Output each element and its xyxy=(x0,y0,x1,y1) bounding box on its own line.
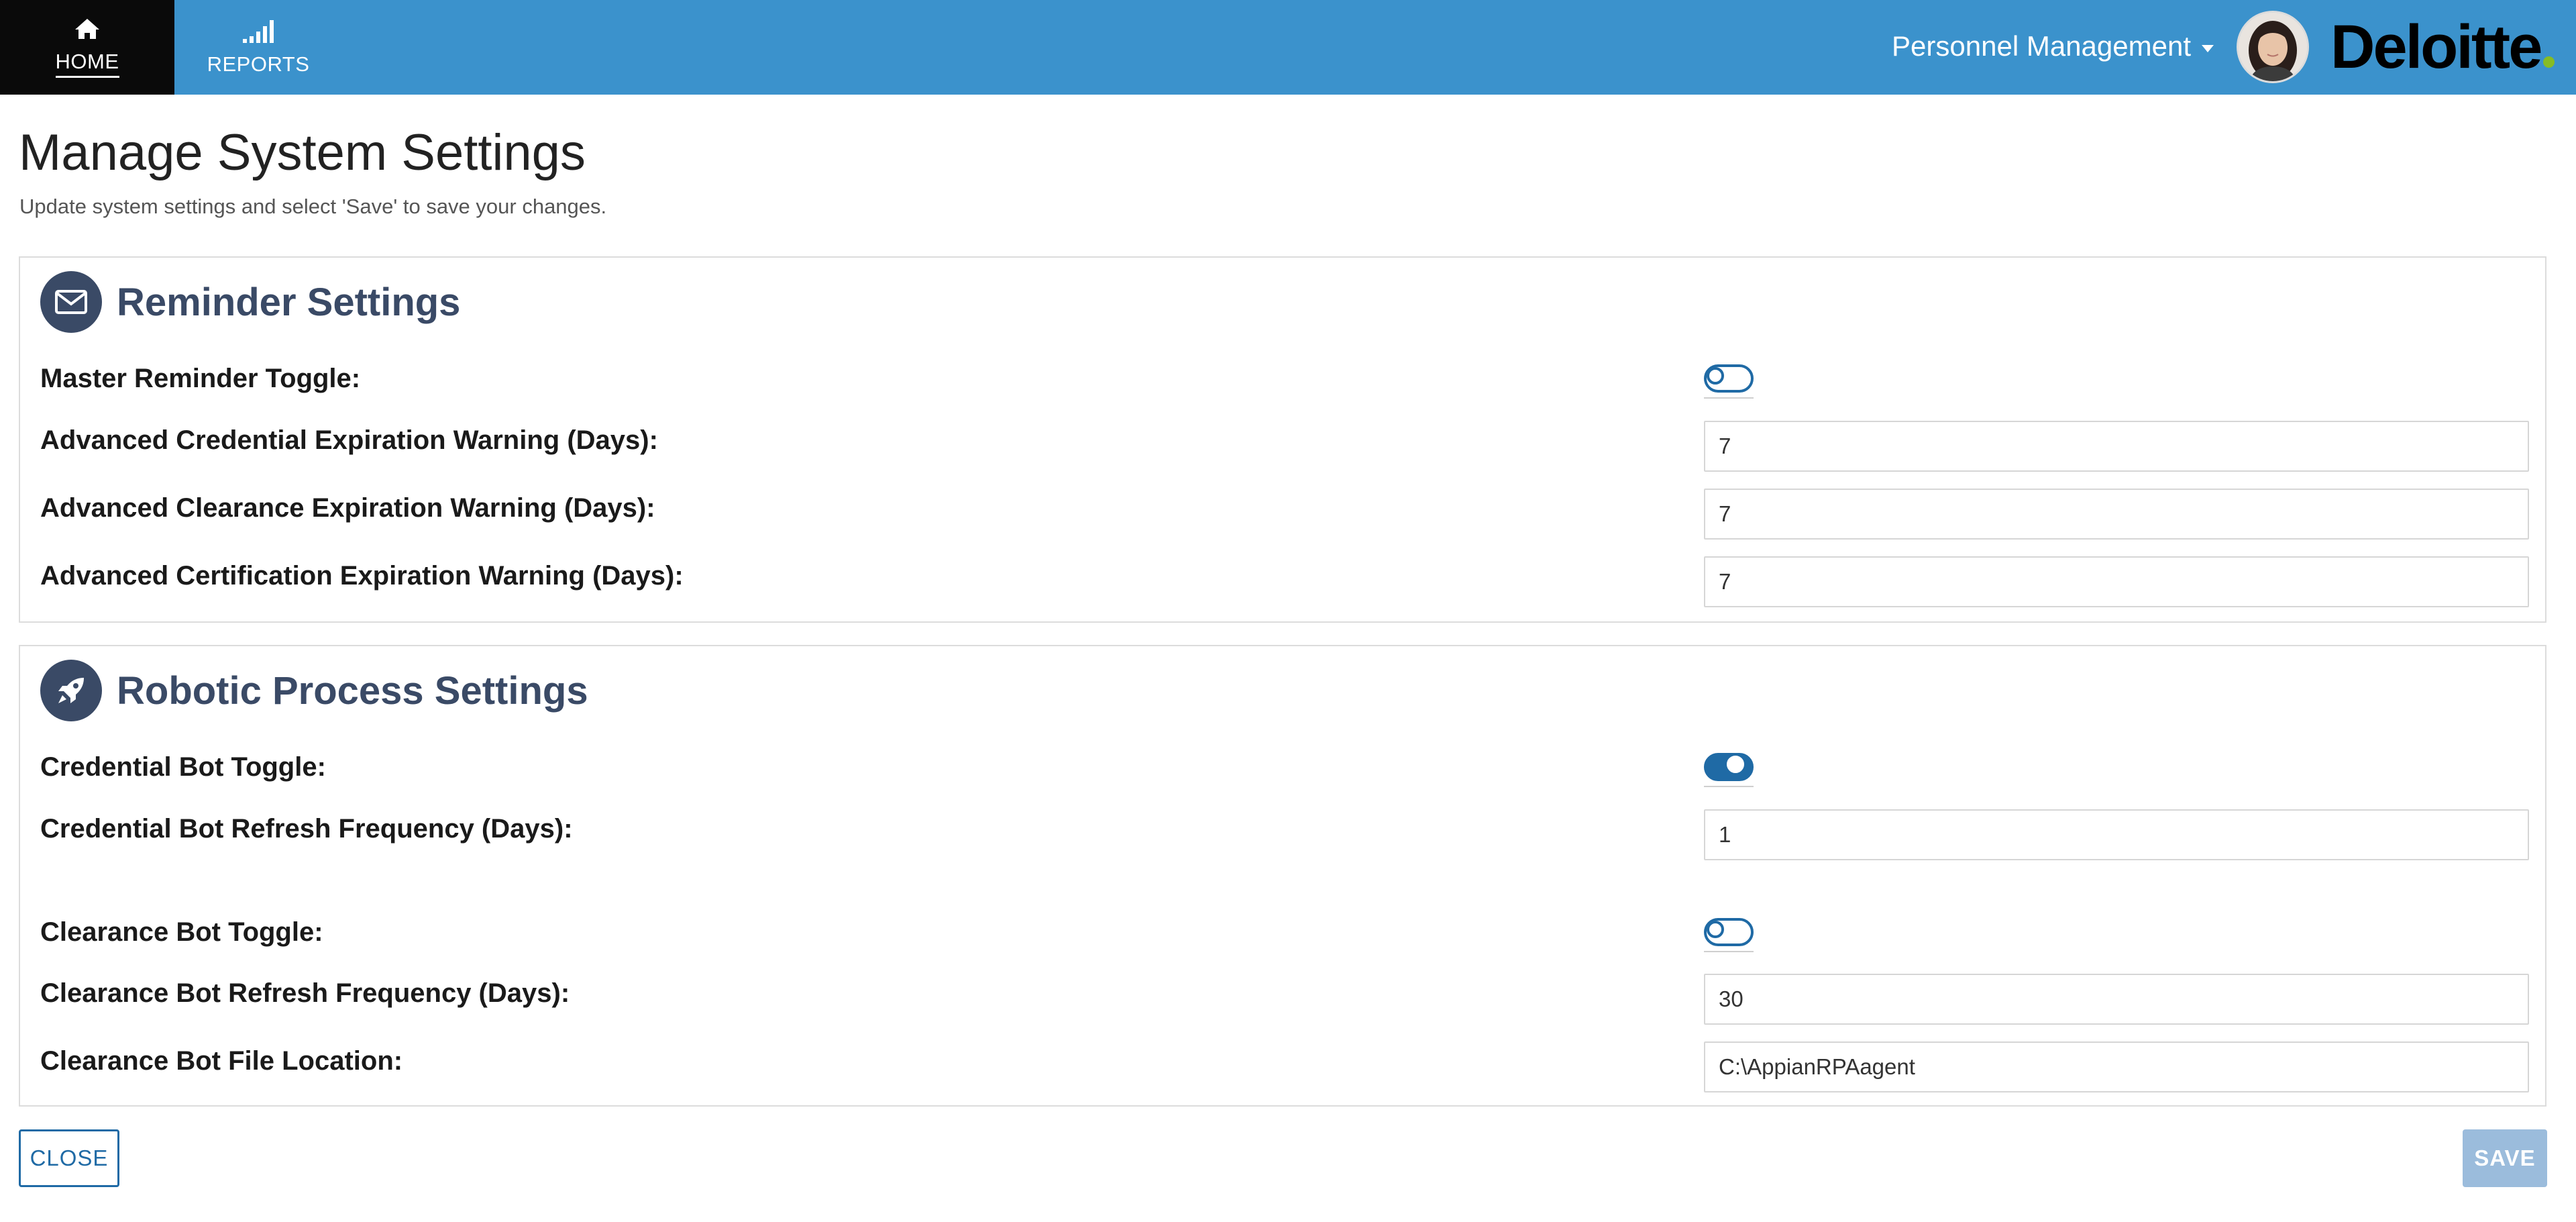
clearance-warning-input[interactable] xyxy=(1704,489,2529,540)
robotic-settings-header: Robotic Process Settings xyxy=(40,660,588,721)
deloitte-logo: Deloitte xyxy=(2330,13,2555,81)
clearance-bot-refresh-input[interactable] xyxy=(1704,974,2529,1025)
clearance-bot-toggle[interactable] xyxy=(1704,912,1754,952)
certification-warning-row: Advanced Certification Expiration Warnin… xyxy=(20,556,2545,611)
toggle-underline xyxy=(1704,951,1754,952)
nav-tab-reports[interactable]: REPORTS xyxy=(174,0,342,95)
clearance-bot-location-row: Clearance Bot File Location: xyxy=(20,1041,2545,1096)
save-button[interactable]: SAVE xyxy=(2463,1129,2547,1187)
reminder-settings-title: Reminder Settings xyxy=(117,280,461,324)
app-switcher-dropdown[interactable]: Personnel Management xyxy=(1892,30,2214,63)
toggle-knob xyxy=(1707,367,1724,385)
master-reminder-row: Master Reminder Toggle: xyxy=(20,358,2545,412)
robotic-settings-title: Robotic Process Settings xyxy=(117,668,588,713)
logo-text: Deloitte xyxy=(2330,13,2542,81)
clearance-bot-location-label: Clearance Bot File Location: xyxy=(40,1046,403,1076)
user-avatar[interactable] xyxy=(2237,11,2309,83)
signal-bars-icon xyxy=(243,19,274,43)
robotic-process-settings-section: Robotic Process Settings Credential Bot … xyxy=(19,645,2546,1107)
credential-bot-toggle[interactable] xyxy=(1704,747,1754,787)
clearance-warning-label: Advanced Clearance Expiration Warning (D… xyxy=(40,493,655,523)
nav-tab-reports-label: REPORTS xyxy=(207,52,310,76)
clearance-bot-refresh-label: Clearance Bot Refresh Frequency (Days): xyxy=(40,978,570,1008)
toggle-underline xyxy=(1704,786,1754,787)
credential-bot-refresh-label: Credential Bot Refresh Frequency (Days): xyxy=(40,814,573,844)
logo-green-dot xyxy=(2543,56,2555,68)
certification-warning-input[interactable] xyxy=(1704,556,2529,607)
credential-bot-toggle-label: Credential Bot Toggle: xyxy=(40,752,326,782)
toggle-knob xyxy=(1727,756,1744,773)
reminder-settings-header: Reminder Settings xyxy=(40,271,460,333)
caret-down-icon xyxy=(2202,44,2214,52)
credential-bot-toggle-row: Credential Bot Toggle: xyxy=(20,747,2545,801)
top-navigation-bar: HOME REPORTS Personnel Management Deloit… xyxy=(0,0,2576,95)
reminder-settings-section: Reminder Settings Master Reminder Toggle… xyxy=(19,256,2546,623)
credential-bot-refresh-input[interactable] xyxy=(1704,809,2529,860)
credential-warning-row: Advanced Credential Expiration Warning (… xyxy=(20,421,2545,475)
master-reminder-label: Master Reminder Toggle: xyxy=(40,364,361,393)
home-icon xyxy=(75,18,99,39)
close-button[interactable]: CLOSE xyxy=(19,1129,119,1187)
certification-warning-label: Advanced Certification Expiration Warnin… xyxy=(40,561,684,591)
user-photo xyxy=(2239,13,2307,81)
envelope-icon xyxy=(40,271,102,333)
clearance-bot-location-input[interactable] xyxy=(1704,1041,2529,1092)
page-title: Manage System Settings xyxy=(19,124,586,181)
clearance-bot-toggle-row: Clearance Bot Toggle: xyxy=(20,912,2545,966)
credential-bot-refresh-row: Credential Bot Refresh Frequency (Days): xyxy=(20,809,2545,864)
credential-warning-label: Advanced Credential Expiration Warning (… xyxy=(40,425,658,455)
app-switcher-label: Personnel Management xyxy=(1892,30,2191,62)
toggle-knob xyxy=(1707,921,1724,938)
rocket-icon xyxy=(40,660,102,721)
clearance-bot-toggle-label: Clearance Bot Toggle: xyxy=(40,917,323,947)
credential-warning-input[interactable] xyxy=(1704,421,2529,472)
nav-tab-home[interactable]: HOME xyxy=(0,0,174,95)
clearance-bot-refresh-row: Clearance Bot Refresh Frequency (Days): xyxy=(20,974,2545,1028)
clearance-warning-row: Advanced Clearance Expiration Warning (D… xyxy=(20,489,2545,543)
toggle-underline xyxy=(1704,397,1754,399)
master-reminder-toggle[interactable] xyxy=(1704,358,1754,399)
page-subtitle: Update system settings and select 'Save'… xyxy=(19,195,607,218)
nav-tab-home-label: HOME xyxy=(55,50,119,78)
